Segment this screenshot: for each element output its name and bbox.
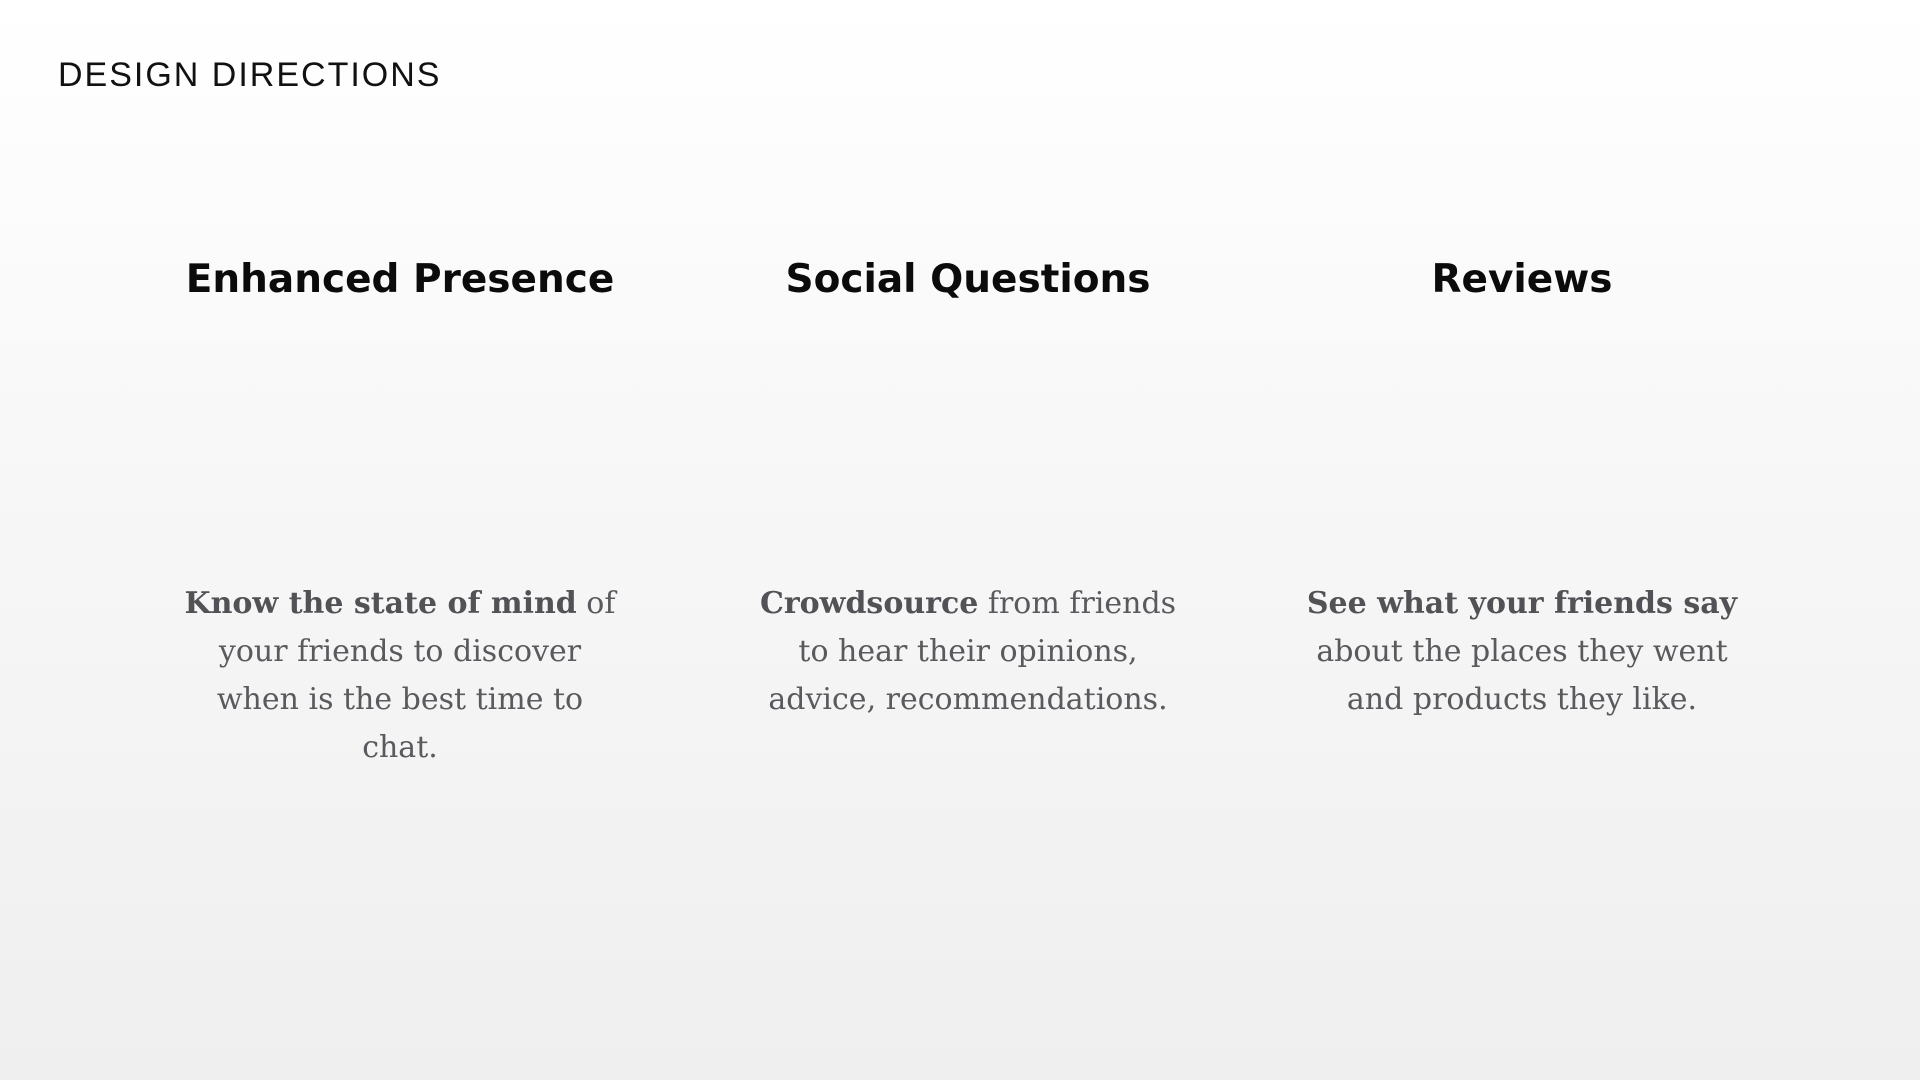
direction-social-questions: Social Questions Crowdsource from friend… xyxy=(738,250,1198,724)
direction-description: Know the state of mind of your friends t… xyxy=(180,580,620,772)
direction-title: Social Questions xyxy=(785,257,1151,302)
direction-description: See what your friends say about the plac… xyxy=(1302,580,1742,724)
direction-enhanced-presence: Enhanced Presence Know the state of mind… xyxy=(170,250,630,772)
direction-title: Enhanced Presence xyxy=(185,257,615,302)
direction-description-highlight: Crowdsource xyxy=(759,586,979,621)
direction-title: Reviews xyxy=(1431,257,1613,302)
slide-label: DESIGN DIRECTIONS xyxy=(58,56,442,94)
direction-description-highlight: Know the state of mind xyxy=(184,586,577,621)
direction-description-highlight: See what your friends say xyxy=(1306,586,1738,621)
direction-description-text: about the places they went and products … xyxy=(1316,634,1728,717)
direction-reviews: Reviews See what your friends say about … xyxy=(1292,250,1752,724)
direction-description: Crowdsource from friends to hear their o… xyxy=(748,580,1188,724)
